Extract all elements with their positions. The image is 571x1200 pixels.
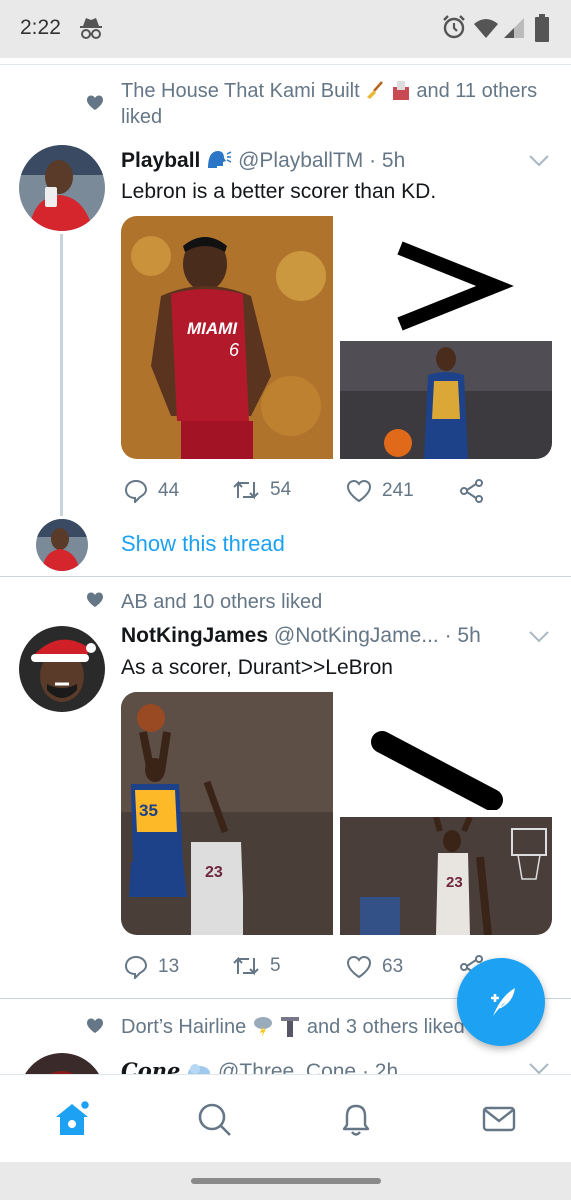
handle: @PlayballTM bbox=[238, 149, 364, 172]
thread-avatar-playball[interactable] bbox=[36, 519, 88, 571]
nav-notifications[interactable] bbox=[336, 1099, 376, 1139]
display-name[interactable]: NotKingJames bbox=[121, 624, 268, 647]
nav-search[interactable] bbox=[194, 1099, 234, 1139]
broom-emoji bbox=[367, 81, 384, 99]
alarm-icon bbox=[443, 15, 465, 39]
tweet-time: · 2h bbox=[361, 1060, 399, 1074]
ballot-emoji bbox=[392, 81, 409, 100]
tweet-header: Cone @Three_Cone · 2h bbox=[121, 1058, 398, 1074]
status-time: 2:22 bbox=[20, 16, 61, 39]
divider bbox=[0, 576, 571, 577]
retweet-button[interactable]: 54 bbox=[232, 479, 291, 501]
cloud-emoji bbox=[188, 1064, 211, 1074]
nav-home[interactable] bbox=[52, 1099, 92, 1139]
home-icon bbox=[56, 1099, 91, 1135]
tweet-header: Playball @PlayballTM · 5h bbox=[121, 148, 405, 173]
compose-feather-icon bbox=[491, 988, 515, 1016]
signal-icon bbox=[504, 18, 524, 38]
like-count: 63 bbox=[382, 956, 404, 977]
social-context[interactable]: Dort’s Hairline and 3 others liked bbox=[121, 1014, 465, 1040]
reply-count: 44 bbox=[158, 480, 180, 501]
durant-warriors-photo[interactable] bbox=[340, 341, 552, 459]
like-button[interactable]: 63 bbox=[346, 955, 403, 979]
timeline-feed[interactable]: The House That Kami Built and 11 others … bbox=[0, 58, 571, 1074]
chevron-down-icon[interactable] bbox=[528, 1062, 550, 1074]
dagger-emoji bbox=[281, 1017, 300, 1037]
retweet-button[interactable]: 5 bbox=[232, 955, 281, 977]
liked-heart-icon bbox=[87, 95, 103, 110]
retweet-count: 54 bbox=[270, 479, 292, 500]
nav-messages[interactable] bbox=[479, 1099, 519, 1139]
handle: @NotKingJame... bbox=[273, 624, 439, 647]
retweet-icon bbox=[233, 956, 259, 976]
social-context[interactable]: AB and 10 others liked bbox=[121, 589, 322, 615]
retweet-count: 5 bbox=[270, 955, 281, 976]
reply-button[interactable]: 13 bbox=[124, 955, 179, 979]
social-context-suffix: and 11 others bbox=[416, 80, 538, 102]
display-name[interactable]: Playball bbox=[121, 149, 200, 172]
durant-shooting-photo[interactable]: 35 23 bbox=[121, 692, 333, 935]
speaking-head-emoji bbox=[208, 151, 232, 168]
system-navigation-bar bbox=[0, 1162, 571, 1200]
heart-icon bbox=[346, 955, 372, 979]
heart-icon bbox=[346, 479, 372, 503]
svg-text:35: 35 bbox=[139, 801, 158, 820]
reply-icon bbox=[124, 955, 148, 979]
display-name[interactable]: Cone bbox=[121, 1058, 180, 1074]
tweet-time: · 5h bbox=[444, 624, 481, 647]
greater-than-sign-image[interactable] bbox=[340, 216, 552, 334]
social-context-names: The House That Kami Built bbox=[121, 80, 360, 102]
avatar-cone[interactable] bbox=[19, 1053, 105, 1074]
reply-button[interactable]: 44 bbox=[124, 479, 179, 503]
chevron-down-icon[interactable] bbox=[528, 630, 550, 644]
svg-text:23: 23 bbox=[205, 864, 223, 881]
tweet-header: NotKingJames @NotKingJame... · 5h bbox=[121, 624, 481, 648]
social-context-names: Dort’s Hairline bbox=[121, 1016, 247, 1038]
avatar-playball[interactable] bbox=[19, 145, 105, 231]
social-context[interactable]: The House That Kami Built and 11 others … bbox=[121, 78, 561, 130]
handle: @Three_Cone bbox=[218, 1060, 357, 1074]
divider bbox=[0, 64, 571, 65]
battery-icon bbox=[535, 14, 549, 42]
lightning-cloud-emoji bbox=[253, 1017, 272, 1037]
wifi-icon bbox=[474, 19, 498, 38]
reply-icon bbox=[124, 479, 148, 503]
svg-text:6: 6 bbox=[229, 340, 240, 360]
bottom-navigation bbox=[0, 1074, 571, 1162]
share-icon[interactable] bbox=[459, 479, 485, 503]
liked-heart-icon bbox=[87, 1018, 103, 1033]
incognito-icon bbox=[80, 18, 102, 39]
svg-text:23: 23 bbox=[446, 874, 463, 891]
tweet-text: As a scorer, Durant>>LeBron bbox=[121, 656, 393, 679]
tweet-text: Lebron is a better scorer than KD. bbox=[121, 180, 437, 203]
thread-connector bbox=[60, 234, 63, 516]
status-bar: 2:22 bbox=[0, 0, 571, 58]
tweet-time: · 5h bbox=[369, 149, 406, 172]
tweet-media-grid[interactable]: MIAMI 6 bbox=[121, 216, 552, 459]
like-count: 241 bbox=[382, 480, 414, 501]
chevron-down-icon[interactable] bbox=[528, 154, 550, 168]
search-icon bbox=[198, 1103, 231, 1136]
messages-icon bbox=[482, 1106, 516, 1132]
like-button[interactable]: 241 bbox=[346, 479, 414, 503]
show-thread-link[interactable]: Show this thread bbox=[121, 531, 285, 557]
reply-count: 13 bbox=[158, 956, 180, 977]
liked-heart-icon bbox=[87, 592, 103, 607]
notifications-icon bbox=[342, 1104, 370, 1136]
slash-stroke-image[interactable] bbox=[340, 692, 552, 810]
tweet-media-grid[interactable]: 35 23 23 bbox=[121, 692, 552, 935]
social-context-suffix: and 3 others liked bbox=[306, 1016, 465, 1038]
lebron-miami-photo[interactable]: MIAMI 6 bbox=[121, 216, 333, 459]
home-gesture-pill[interactable] bbox=[191, 1178, 381, 1184]
retweet-icon bbox=[233, 480, 259, 500]
social-context-names: AB and 10 others liked bbox=[121, 591, 323, 613]
svg-text:MIAMI: MIAMI bbox=[187, 319, 238, 338]
avatar-notkingjames[interactable] bbox=[19, 626, 105, 712]
social-context-liked: liked bbox=[121, 106, 163, 128]
lebron-layup-photo[interactable]: 23 bbox=[340, 817, 552, 935]
compose-tweet-button[interactable] bbox=[457, 958, 545, 1046]
